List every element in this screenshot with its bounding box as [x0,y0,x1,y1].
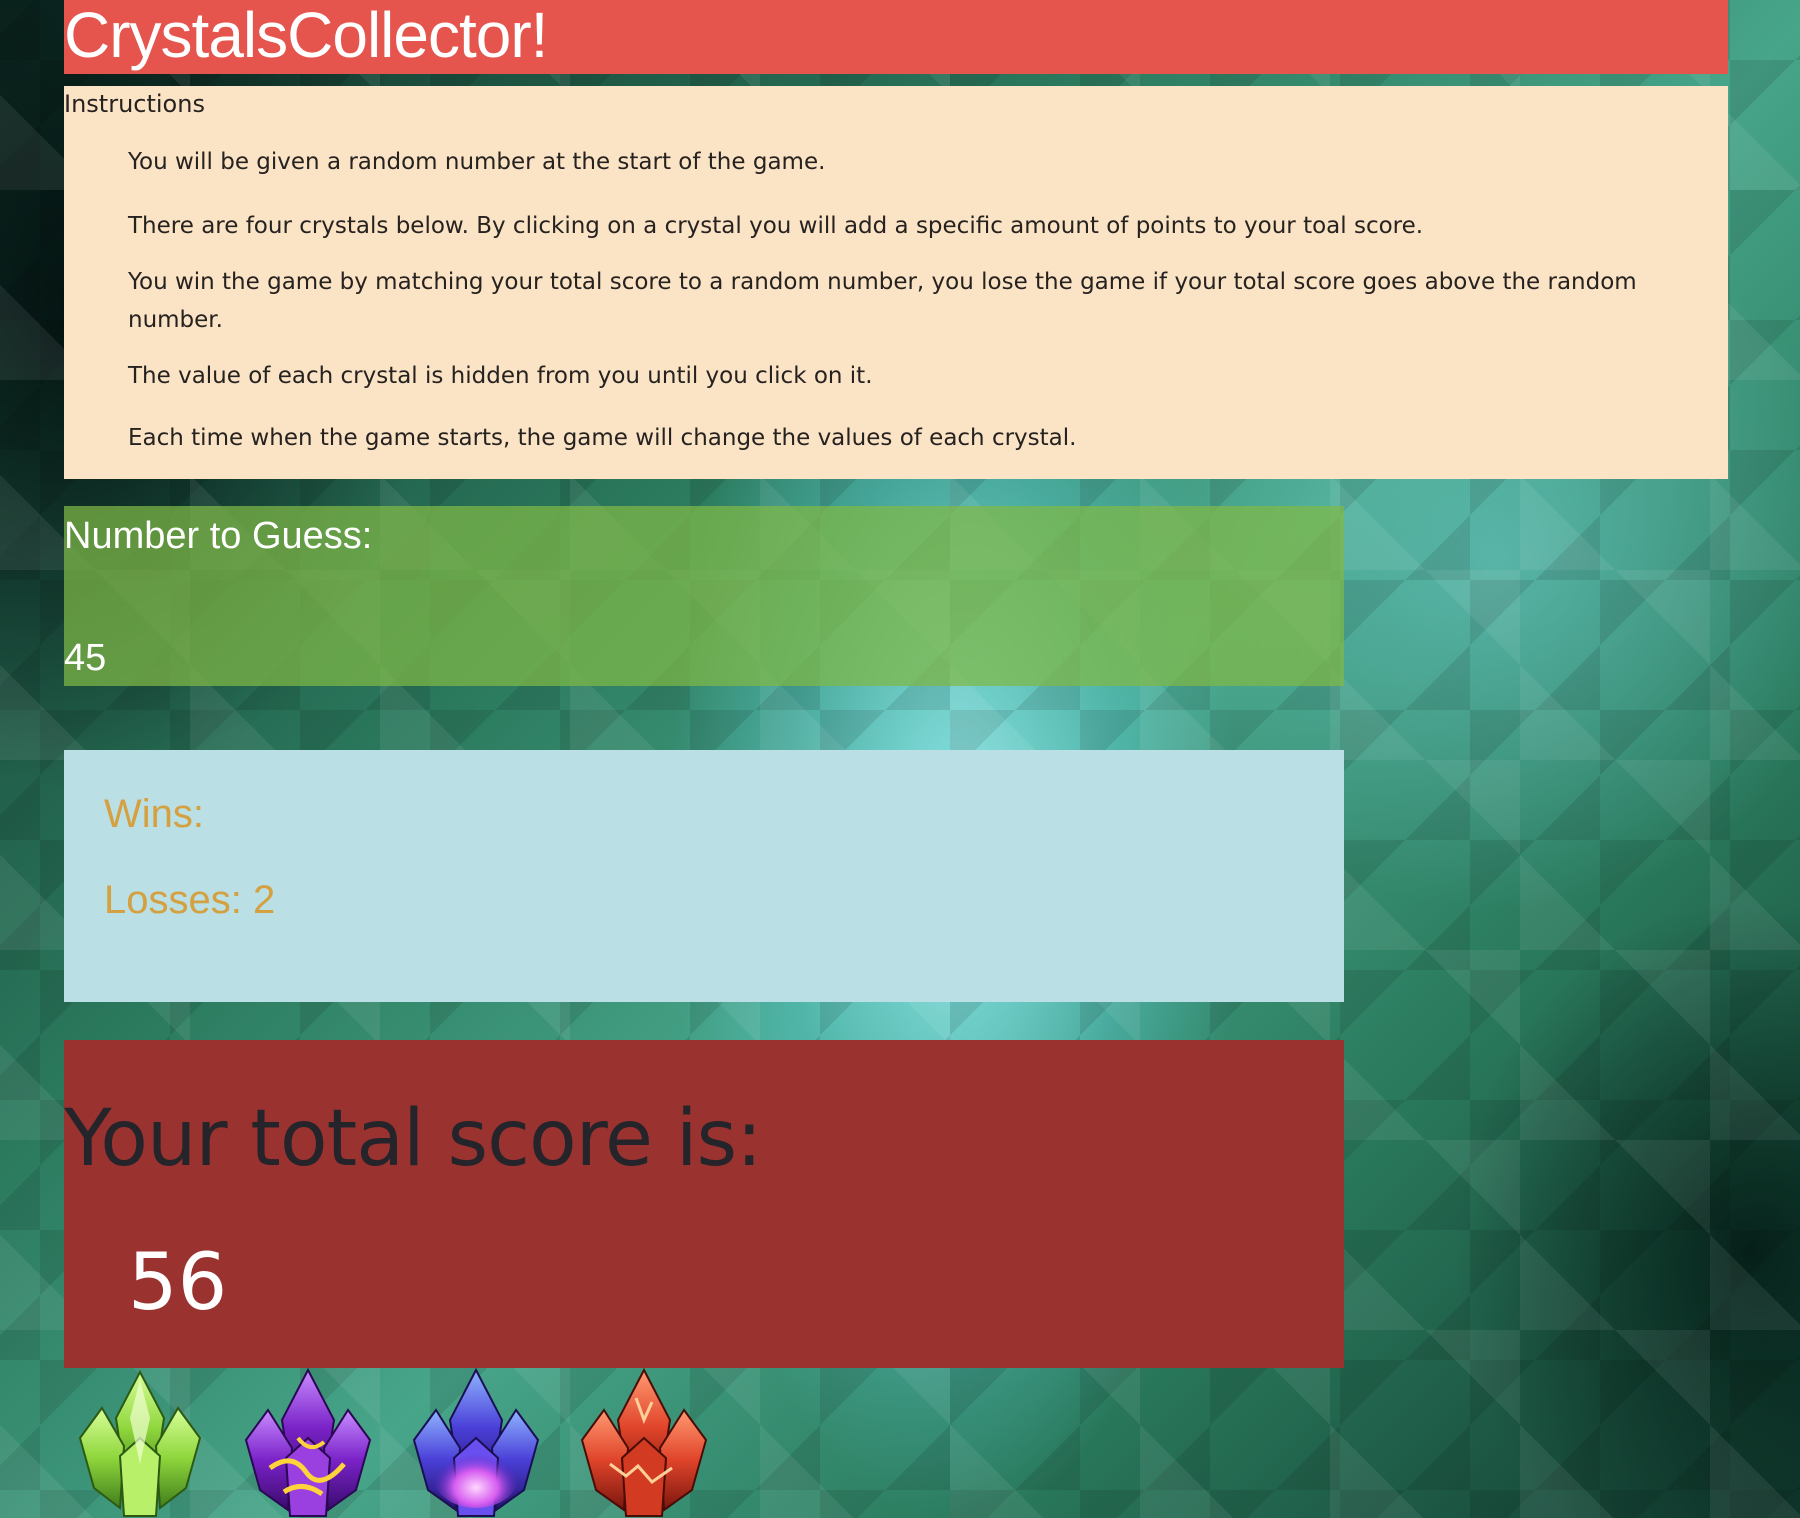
total-score-label: Your total score is: [64,1094,762,1184]
total-score-panel: Your total score is: 56 [64,1040,1344,1368]
number-to-guess-value: 45 [64,637,107,679]
total-score-value: 56 [128,1238,228,1328]
wins-row: Wins: [104,792,204,836]
purple-gold-crystal-icon[interactable] [240,1368,376,1518]
game-header: CrystalsCollector! [64,0,1728,74]
instructions-list: You will be given a random number at the… [64,143,1728,457]
red-crystal-icon[interactable] [576,1368,712,1518]
instruction-item: There are four crystals below. By clicki… [128,213,1424,239]
number-to-guess-label: Number to Guess: [64,515,373,557]
instruction-item: You win the game by matching your total … [128,269,1637,333]
instruction-item: You will be given a random number at the… [128,149,826,175]
instructions-title: Instructions [64,90,205,118]
losses-label: Losses: [104,878,242,922]
stats-panel: Wins: Losses: 2 [64,750,1344,1002]
losses-value: 2 [252,878,276,922]
purple-gold-crystal-graphic [244,1368,372,1517]
number-to-guess-panel: Number to Guess: 45 [64,506,1344,686]
blue-violet-crystal-icon[interactable] [408,1368,544,1518]
green-crystal-icon[interactable] [72,1368,208,1518]
crystals-row [72,1368,722,1518]
instruction-item: The value of each crystal is hidden from… [128,363,873,389]
green-crystal-graphic [78,1369,202,1517]
red-crystal-graphic [580,1368,708,1517]
instruction-item: Each time when the game starts, the game… [128,425,1077,451]
wins-label: Wins: [104,792,204,836]
blue-violet-crystal-graphic [412,1368,540,1517]
game-title: CrystalsCollector! [64,0,548,71]
instructions-panel: Instructions You will be given a random … [64,86,1728,479]
losses-row: Losses: 2 [104,878,275,922]
